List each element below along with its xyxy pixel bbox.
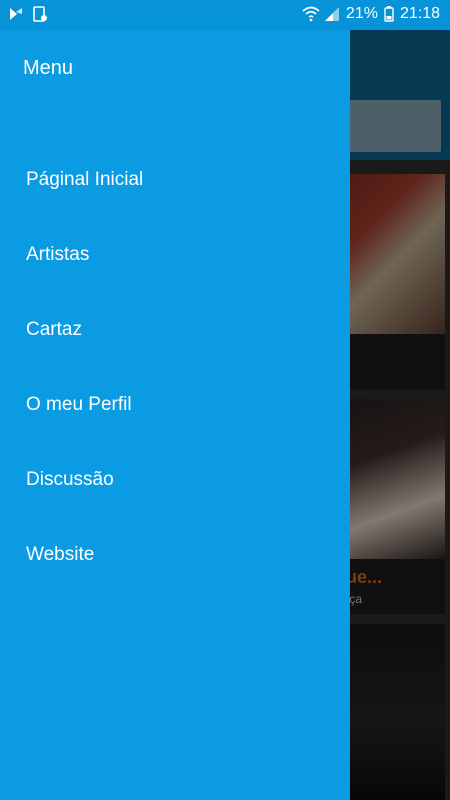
menu-item-discussion[interactable]: Discussão [0, 443, 350, 518]
status-left [8, 6, 48, 22]
battery-icon [384, 6, 394, 22]
menu-item-label: Website [26, 543, 95, 565]
wifi-icon [302, 6, 320, 22]
signal-icon [324, 6, 340, 22]
menu-item-artists[interactable]: Artistas [0, 218, 350, 293]
status-bar: 21% 21:18 [0, 0, 450, 30]
menu-item-label: Páginal Inicial [26, 168, 144, 190]
notification-app-icon [8, 6, 24, 22]
menu-item-label: O meu Perfil [26, 393, 132, 415]
menu-item-label: Artistas [26, 243, 90, 265]
battery-percent: 21% [345, 5, 378, 22]
clock: 21:18 [399, 5, 440, 22]
menu-item-profile[interactable]: O meu Perfil [0, 368, 350, 443]
drawer-menu: Páginal Inicial Artistas Cartaz O meu Pe… [0, 143, 350, 593]
menu-item-label: Discussão [26, 468, 114, 490]
sim-card-icon [32, 6, 48, 22]
navigation-drawer: Menu Páginal Inicial Artistas Cartaz O m… [0, 30, 350, 800]
status-right: 21% 21:18 [302, 5, 440, 23]
menu-item-billboard[interactable]: Cartaz [0, 293, 350, 368]
menu-item-website[interactable]: Website [0, 518, 350, 593]
menu-item-label: Cartaz [26, 318, 82, 340]
menu-item-home[interactable]: Páginal Inicial [0, 143, 350, 218]
drawer-title: Menu [23, 57, 74, 79]
